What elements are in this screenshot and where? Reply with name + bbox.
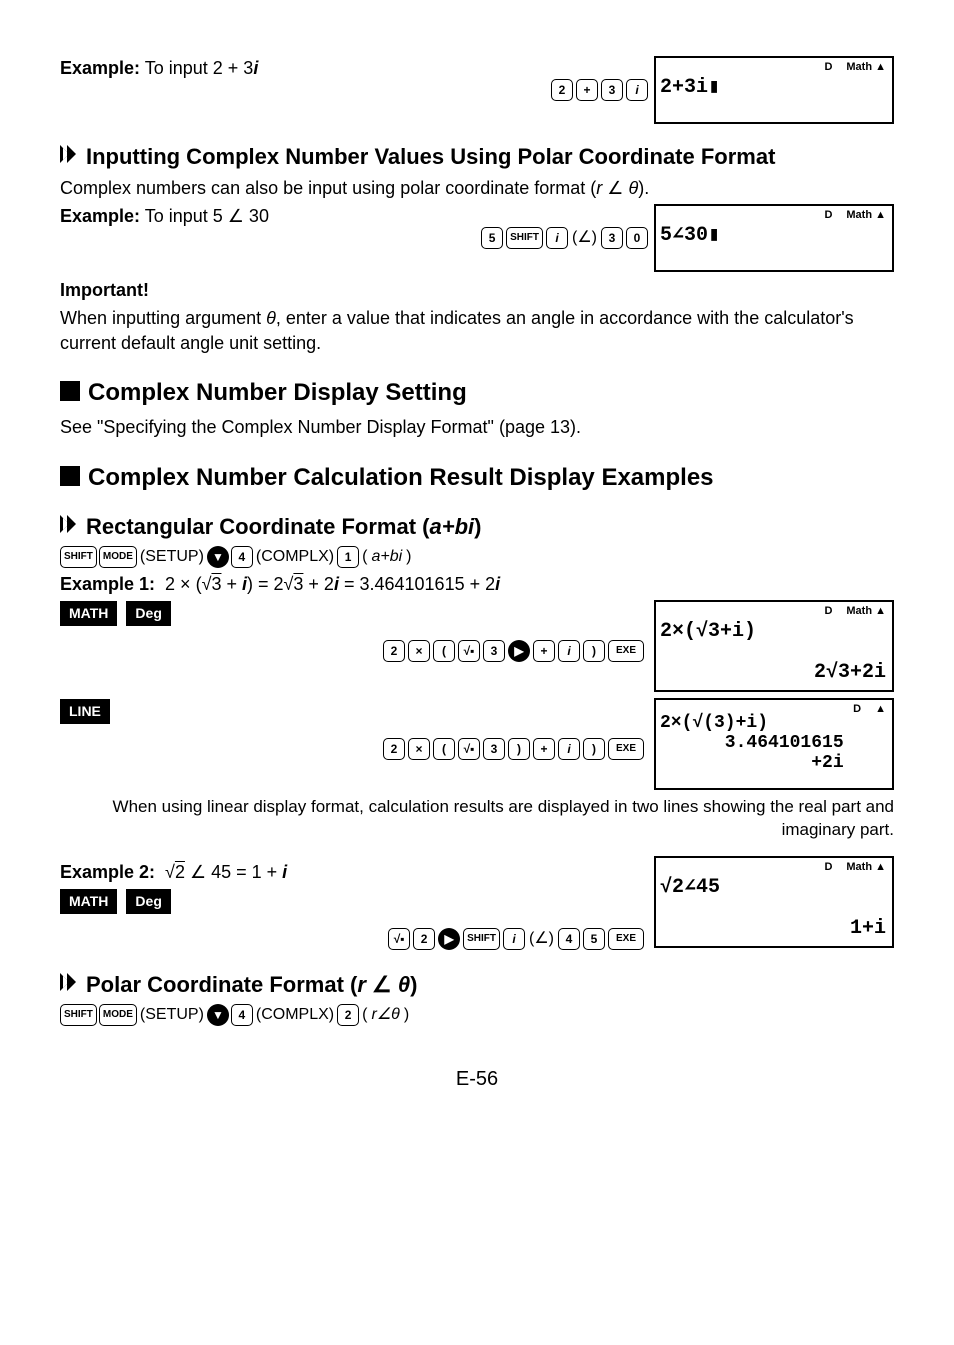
heading-polar-format: Polar Coordinate Format (r ∠ θ)	[60, 970, 894, 1000]
chevron-icon	[60, 515, 78, 533]
key-1: 1	[337, 546, 359, 568]
key-plus: +	[576, 79, 598, 101]
ex1-line-row: LINE 2 × ( √▪ 3 ) + i ) EXE D ▲ 2×(√(3)+…	[60, 698, 894, 790]
important-label: Important!	[60, 278, 894, 302]
status-d: D	[824, 60, 832, 75]
top-example-block: Example: To input 2 + 3i 2 + 3 i D Math …	[60, 56, 894, 124]
heading-rect-format: Rectangular Coordinate Format (a+bi)	[60, 512, 894, 542]
status-row: D Math ▲	[824, 60, 886, 75]
page-number: E-56	[60, 1066, 894, 1093]
example-intro: Example: To input 2 + 3i	[60, 56, 541, 80]
screen-input: 2+3i▮	[660, 74, 720, 101]
badge-deg: Deg	[126, 601, 170, 626]
polar-example-block: Example: To input 5 ∠ 30 5 SHIFT i (∠) 3…	[60, 204, 894, 272]
key-sequence-ex2: √▪ 2 ▶ SHIFT i (∠) 4 5 EXE	[60, 928, 644, 950]
heading-display-setting: Complex Number Display Setting	[60, 377, 894, 409]
key-5: 5	[481, 227, 503, 249]
screen-multiline: 2×(√(3)+i) 3.464101615 +2i	[660, 714, 888, 773]
example-text: To input 5 ∠ 30	[145, 206, 269, 226]
important-text: When inputting argument θ, enter a value…	[60, 306, 894, 355]
setup-sequence-rect: SHIFT MODE (SETUP) ▼ 4 (COMPLX) 1 (a+bi)	[60, 546, 894, 568]
chevron-icon	[60, 973, 78, 991]
setup-sequence-polar: SHIFT MODE (SETUP) ▼ 4 (COMPLX) 2 (r∠θ)	[60, 1004, 894, 1026]
keys-and-screen: 2 + 3 i D Math ▲ 2+3i▮	[551, 56, 894, 124]
key-shift: SHIFT	[60, 546, 97, 568]
key-3: 3	[601, 227, 623, 249]
badge-math: MATH	[60, 601, 117, 626]
square-bullet-icon	[60, 381, 80, 401]
keys-and-screen-polar: 5 SHIFT i (∠) 3 0 D Math ▲ 5∠30▮	[481, 204, 894, 272]
example-label: Example:	[60, 58, 140, 78]
badge-math: MATH	[60, 889, 117, 914]
heading-result-examples: Complex Number Calculation Result Displa…	[60, 462, 894, 494]
calc-screen-polar: D Math ▲ 5∠30▮	[654, 204, 894, 272]
key-2: 2	[551, 79, 573, 101]
polar-example-intro: Example: To input 5 ∠ 30	[60, 204, 471, 228]
key-shift: SHIFT	[506, 227, 543, 249]
calc-screen-ex1-line: D ▲ 2×(√(3)+i) 3.464101615 +2i	[654, 698, 894, 790]
example-label: Example:	[60, 206, 140, 226]
i-suffix: i	[253, 58, 258, 78]
key-mode: MODE	[99, 546, 137, 568]
square-bullet-icon	[60, 466, 80, 486]
status-math: Math ▲	[846, 60, 886, 75]
badge-line: LINE	[60, 699, 110, 724]
calc-screen-ex1-math: D Math ▲ 2×(√3+i) 2√3+2i	[654, 600, 894, 692]
key-sequence-ex1-math: 2 × ( √▪ 3 ▶ + i ) EXE	[60, 640, 644, 662]
calc-screen-ex2: D Math ▲ √2∠45 1+i	[654, 856, 894, 948]
badge-deg: Deg	[126, 889, 170, 914]
key-sequence-ex1-line: 2 × ( √▪ 3 ) + i ) EXE	[60, 738, 644, 760]
key-i: i	[626, 79, 648, 101]
key-0: 0	[626, 227, 648, 249]
angle-paren: (∠)	[572, 227, 597, 249]
key-sequence-polar: 5 SHIFT i (∠) 3 0	[481, 227, 648, 249]
calc-screen-top: D Math ▲ 2+3i▮	[654, 56, 894, 124]
display-setting-text: See "Specifying the Complex Number Displ…	[60, 415, 894, 439]
polar-intro: Complex numbers can also be input using …	[60, 176, 894, 200]
chevron-icon	[60, 145, 78, 163]
text-column: Example: To input 2 + 3i	[60, 56, 541, 84]
example-text: To input 2 + 3	[145, 58, 254, 78]
key-4: 4	[231, 546, 253, 568]
ex2-formula-line: Example 2: √2 ∠ 45 = 1 + i	[60, 860, 644, 884]
key-3: 3	[601, 79, 623, 101]
ex1-formula-line: Example 1: 2 × (√3 + i) = 2√3 + 2i = 3.4…	[60, 572, 894, 596]
heading-text: Inputting Complex Number Values Using Po…	[86, 142, 775, 172]
line-format-note: When using linear display format, calcul…	[60, 796, 894, 842]
ex2-row: Example 2: √2 ∠ 45 = 1 + i MATH Deg √▪ 2…	[60, 856, 894, 952]
key-sequence-top: 2 + 3 i	[551, 79, 648, 101]
key-i: i	[546, 227, 568, 249]
heading-polar-input: Inputting Complex Number Values Using Po…	[60, 142, 894, 172]
ex1-math-row: MATH Deg 2 × ( √▪ 3 ▶ + i ) EXE D Math ▲…	[60, 600, 894, 692]
key-down: ▼	[207, 546, 229, 568]
